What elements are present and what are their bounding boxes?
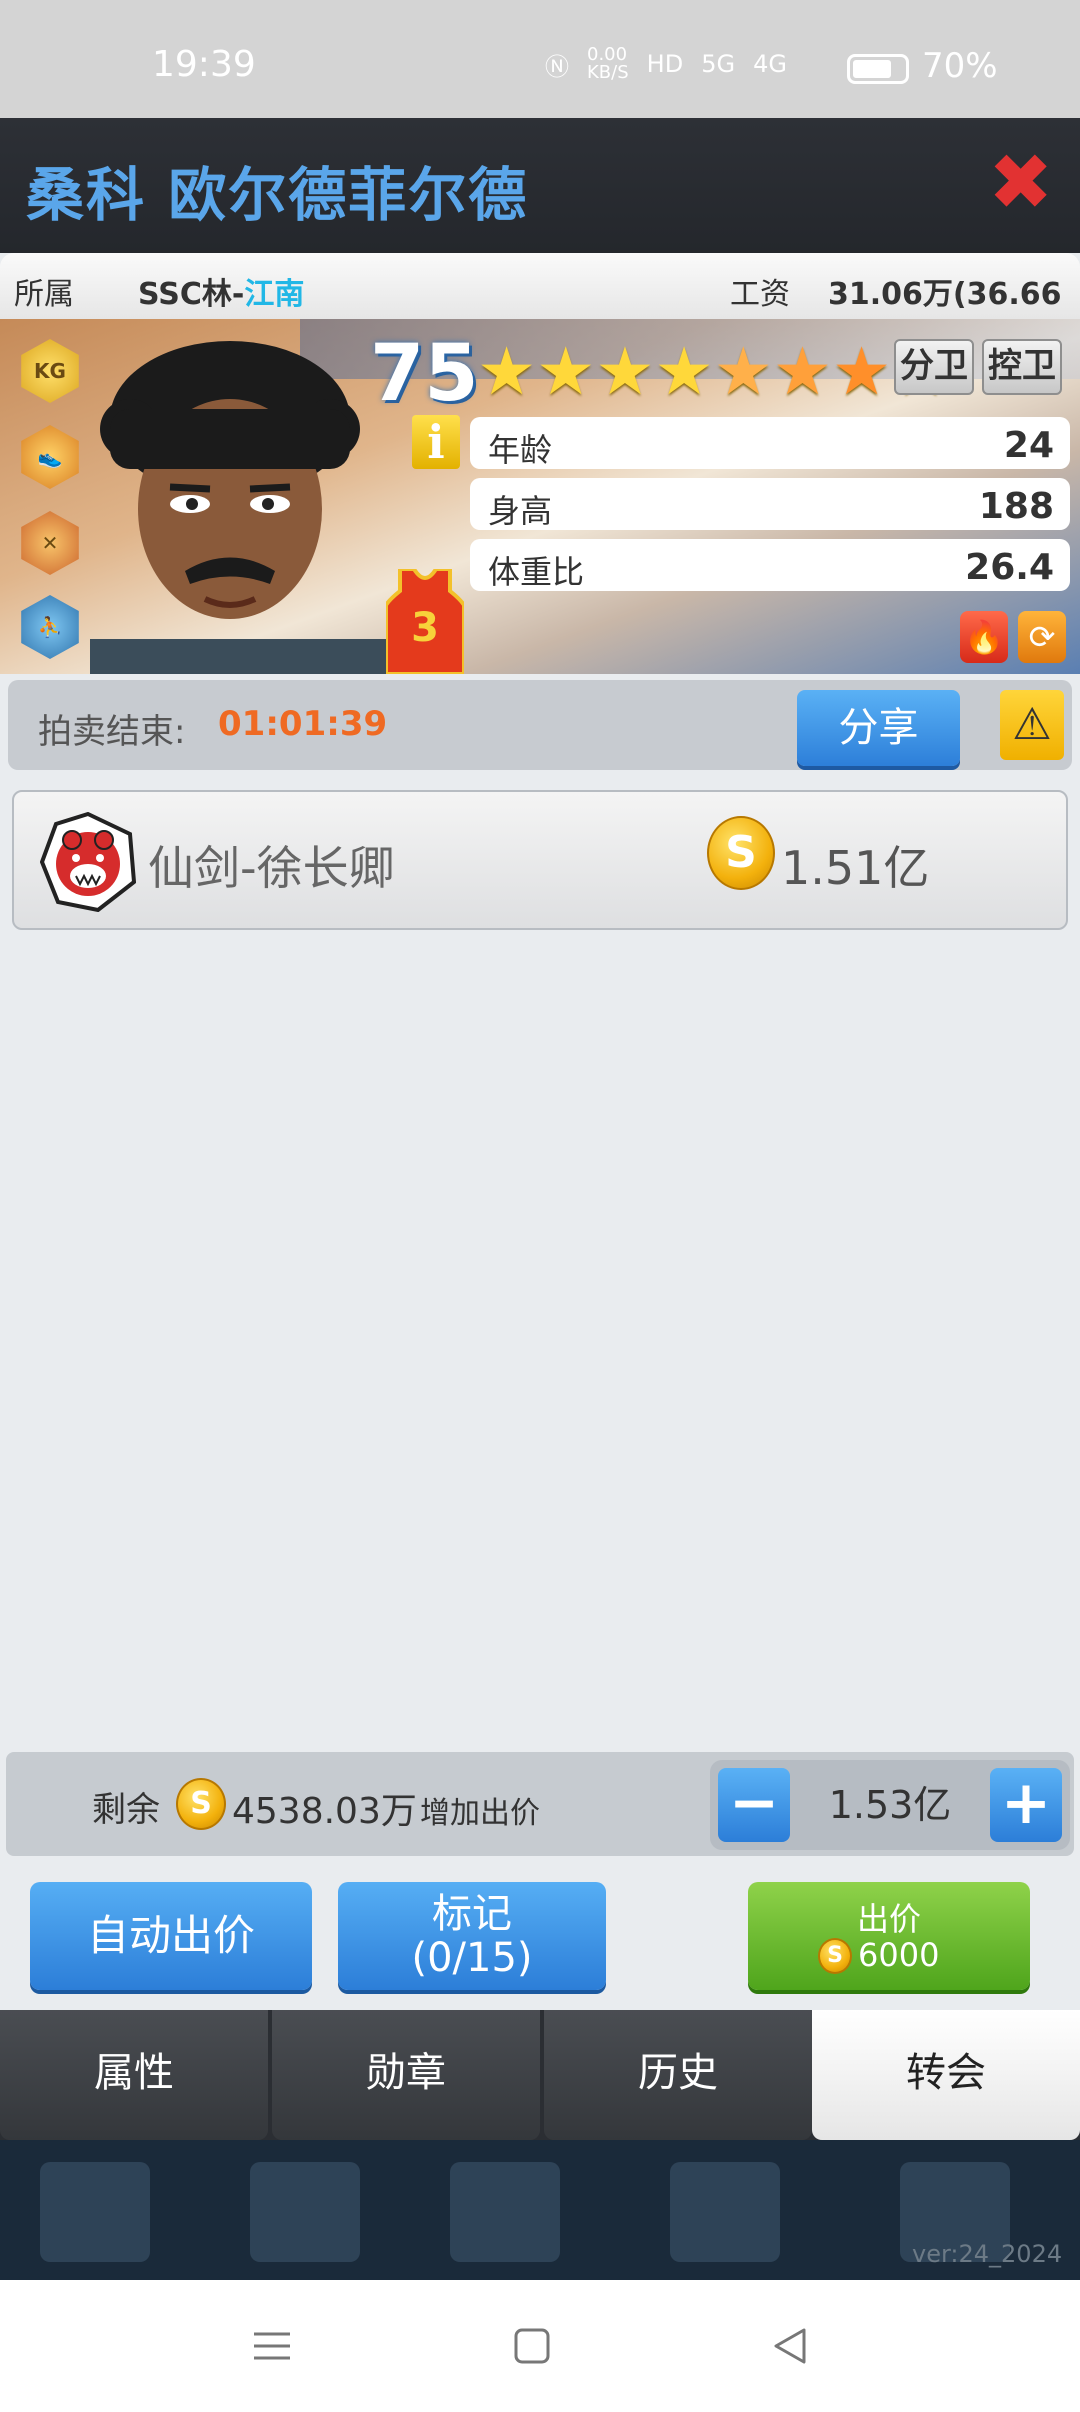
player-card: KG 👟 ✕ ⛹ 75 ★ ★ ★ ★ ★ ★ ★ ★ 分卫 控卫 i 年龄 2…	[0, 319, 1080, 674]
stat-value: 24	[1003, 425, 1054, 466]
title-bar: 桑科 欧尔德菲尔德 ✖	[0, 118, 1080, 253]
status-time: 19:39	[152, 44, 256, 85]
mark-label: 标记	[432, 1891, 512, 1937]
tab-history[interactable]: 历史	[544, 2010, 812, 2140]
stat-height: 身高 188	[470, 478, 1070, 530]
navigation-bar	[0, 2280, 1080, 2412]
refresh-icon[interactable]: ⟳	[1018, 611, 1066, 663]
mark-count: (0/15)	[411, 1935, 533, 1981]
team-city: 江南	[244, 277, 305, 312]
salary-label: 工资	[730, 277, 790, 312]
affiliation-label: 所属	[14, 277, 74, 312]
bid-price: 1.51亿	[781, 841, 930, 895]
info-row: 所属 SSC林-江南 工资 31.06万(36.66万)	[0, 253, 1080, 356]
ball-badge-icon[interactable]: ✕	[18, 511, 82, 575]
decrease-bid-button[interactable]: −	[718, 1768, 790, 1842]
star-icon: ★	[772, 333, 833, 410]
position-shooting-guard[interactable]: 分卫	[894, 339, 974, 395]
stat-weight-ratio: 体重比 26.4	[470, 539, 1070, 591]
coin-icon: S	[818, 1938, 852, 1974]
list-item[interactable]: 仙剑-徐长卿 S 1.51亿	[12, 790, 1068, 930]
battery-icon	[847, 54, 909, 84]
star-icon: ★	[595, 333, 655, 410]
signal-5g-icon: 5G	[701, 50, 736, 78]
dock-item	[450, 2162, 560, 2262]
star-icon: ★	[536, 333, 596, 410]
status-bar: 19:39 Ⓝ 0.00 KB/S HD 5G 4G 70%	[0, 0, 1080, 118]
star-rating: ★ ★ ★ ★ ★ ★ ★ ★	[477, 339, 950, 405]
net-speed: 0.00 KB/S	[587, 44, 629, 83]
status-icons: Ⓝ 0.00 KB/S HD 5G 4G	[545, 46, 787, 82]
team-name: SSC林-江南	[138, 269, 304, 313]
bid-amount: 1.53亿	[828, 1783, 952, 1827]
dock-item	[250, 2162, 360, 2262]
stat-label: 体重比	[488, 553, 585, 591]
auction-end-label: 拍卖结束:	[38, 712, 186, 752]
nfc-icon: Ⓝ	[545, 52, 569, 81]
bid-controls: 剩余 S 4538.03万 增加出价 − 1.53亿 +	[6, 1752, 1074, 1856]
team-prefix: SSC林-	[138, 277, 245, 312]
bidder-name: 仙剑-徐长卿	[148, 841, 395, 895]
player-badge-icon[interactable]: ⛹	[18, 595, 82, 659]
stat-age: 年龄 24	[470, 417, 1070, 469]
warning-icon[interactable]: ⚠	[1000, 690, 1064, 760]
dock-item	[670, 2162, 780, 2262]
player-rating: 75	[370, 329, 479, 419]
version-label: ver:24_2024	[912, 2240, 1063, 2268]
star-icon: ★	[713, 333, 773, 410]
star-icon: ★	[832, 333, 892, 410]
player-name: 桑科 欧尔德菲尔德	[26, 161, 529, 229]
info-icon[interactable]: i	[412, 415, 460, 469]
auto-bid-button[interactable]: 自动出价	[30, 1882, 312, 1990]
coin-icon: S	[176, 1778, 226, 1830]
fire-icon[interactable]: 🔥	[960, 611, 1008, 663]
remaining-label: 剩余	[92, 1790, 160, 1830]
stat-label: 年龄	[488, 431, 553, 469]
stat-value: 188	[978, 486, 1054, 527]
kg-badge-icon[interactable]: KG	[18, 339, 82, 403]
offer-label: 出价	[856, 1900, 921, 1938]
back-icon[interactable]	[768, 2324, 812, 2368]
stat-value: 26.4	[965, 547, 1054, 588]
bid-stepper: − 1.53亿 +	[710, 1760, 1070, 1850]
jersey-icon: 3	[386, 569, 464, 674]
stat-label: 身高	[488, 492, 553, 530]
coin-icon: S	[707, 816, 775, 890]
menu-icon[interactable]	[250, 2324, 294, 2368]
game-dock: ver:24_2024	[0, 2140, 1080, 2280]
hd-icon: HD	[646, 50, 684, 78]
player-portrait	[90, 341, 390, 674]
signal-4g-icon: 4G	[753, 50, 787, 78]
svg-text:3: 3	[411, 605, 439, 651]
battery-percent: 70%	[922, 46, 998, 86]
star-icon: ★	[654, 333, 714, 410]
bear-team-logo-icon	[40, 812, 136, 912]
shoe-badge-icon[interactable]: 👟	[18, 425, 82, 489]
position-point-guard[interactable]: 控卫	[982, 339, 1062, 395]
auction-timer: 01:01:39	[218, 704, 388, 744]
tab-bar: 属性 勋章 历史 转会	[0, 2010, 1080, 2140]
offer-button[interactable]: 出价 S 6000	[748, 1882, 1030, 1990]
dock-item	[40, 2162, 150, 2262]
close-icon[interactable]: ✖	[988, 144, 1053, 222]
home-icon[interactable]	[510, 2324, 554, 2368]
tab-attributes[interactable]: 属性	[0, 2010, 268, 2140]
star-icon: ★	[477, 333, 537, 410]
share-button[interactable]: 分享	[797, 690, 960, 766]
increase-bid-button[interactable]: +	[990, 1768, 1062, 1842]
tab-transfer[interactable]: 转会	[812, 2010, 1080, 2140]
tab-medals[interactable]: 勋章	[272, 2010, 540, 2140]
increase-bid-label: 增加出价	[420, 1796, 540, 1831]
remaining-value: 4538.03万	[232, 1791, 417, 1832]
offer-cost: 6000	[858, 1936, 940, 1974]
mark-button[interactable]: 标记 (0/15)	[338, 1882, 606, 1990]
